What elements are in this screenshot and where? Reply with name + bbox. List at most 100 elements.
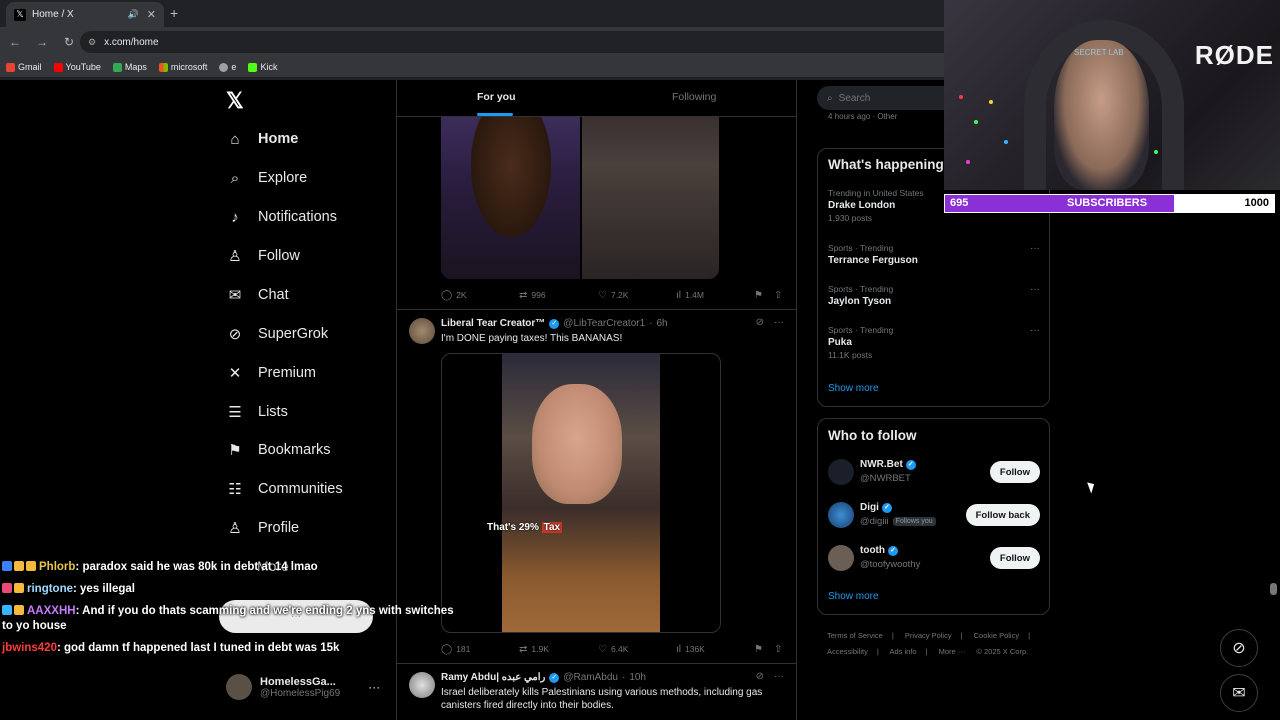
bookmark-microsoft[interactable]: microsoft — [158, 62, 208, 72]
browser-tab[interactable]: 𝕏 Home / X 🔊 ✕ — [6, 2, 164, 27]
kick-icon — [248, 62, 258, 72]
speaker-icon[interactable]: 🔊 — [128, 9, 139, 20]
back-icon[interactable]: ← — [3, 35, 27, 49]
account-switcher[interactable]: HomelessGa... @HomelessPig69 ··· — [226, 674, 380, 700]
avatar[interactable] — [409, 318, 435, 344]
nav-lists[interactable]: ☰ Lists — [226, 403, 288, 421]
tweet-video[interactable]: That's 29% Tax — [441, 353, 721, 633]
bookmark-label: Maps — [124, 62, 147, 72]
nav-explore[interactable]: ⌕ Explore — [226, 169, 307, 187]
scrollbar-thumb[interactable] — [1270, 583, 1277, 595]
media-image[interactable] — [582, 117, 719, 279]
nav-follow[interactable]: ♙ Follow — [226, 247, 300, 265]
views-button[interactable]: ıl 136K — [676, 644, 705, 655]
views-button[interactable]: ıl 1.4M — [676, 290, 704, 301]
avatar[interactable] — [409, 672, 435, 698]
nav-profile[interactable]: ♙ Profile — [226, 519, 299, 537]
grok-float-button[interactable]: ⊘ — [1220, 629, 1258, 667]
more-icon[interactable]: ··· — [1030, 243, 1040, 254]
bookmark-label: microsoft — [170, 62, 208, 72]
bookmark-button[interactable]: ⚑ — [754, 644, 763, 655]
more-icon[interactable]: ··· — [368, 680, 380, 694]
footer-link[interactable]: Privacy Policy — [905, 631, 952, 640]
show-more-link[interactable]: Show more — [828, 591, 879, 602]
reply-button[interactable]: ◯ 2K — [441, 290, 467, 301]
share-icon: ⇧ — [774, 289, 783, 301]
trend-item[interactable]: Sports · Trending Jaylon Tyson ··· — [828, 284, 1040, 307]
footer-link[interactable]: Ads info — [889, 647, 916, 656]
nav-chat[interactable]: ✉ Chat — [226, 286, 289, 304]
more-icon[interactable]: ··· — [774, 317, 784, 328]
bookmark-button[interactable]: ⚑ — [754, 290, 763, 301]
bookmark-kick[interactable]: Kick — [248, 62, 277, 72]
repost-button[interactable]: ⇄ 1.9K — [519, 644, 549, 655]
follow-suggestion[interactable]: Digi ✓ @digiii Follows you Follow back — [828, 502, 1040, 532]
follow-back-button[interactable]: Follow back — [965, 504, 1040, 526]
grok-icon[interactable]: ⊘ — [756, 671, 764, 682]
bookmark-e[interactable]: e — [219, 62, 236, 72]
tweet-author[interactable]: Liberal Tear Creator™ — [441, 318, 545, 329]
footer-sep: | — [876, 647, 879, 656]
site-info-icon[interactable]: ⚙ — [88, 37, 96, 48]
share-button[interactable]: ⇧ — [774, 644, 782, 655]
video-frame[interactable] — [502, 354, 660, 632]
trend-item[interactable]: Sports · Trending Terrance Ferguson ··· — [828, 243, 1040, 266]
tab-following[interactable]: Following — [672, 91, 716, 103]
nav-bookmarks[interactable]: ⚑ Bookmarks — [226, 441, 331, 459]
more-icon[interactable]: ··· — [1030, 284, 1040, 295]
footer-link[interactable]: Cookie Policy — [974, 631, 1019, 640]
tweet-author[interactable]: Ramy Abdu| رامي عبده — [441, 672, 545, 683]
nav-notifications[interactable]: ♪ Notifications — [226, 208, 337, 226]
footer-link[interactable]: Accessibility — [827, 647, 868, 656]
more-icon[interactable]: ··· — [1030, 325, 1040, 336]
follow-suggestion[interactable]: NWR.Bet ✓ @NWRBET Follow — [828, 459, 1040, 489]
grok-icon[interactable]: ⊘ — [756, 317, 764, 328]
suggestion-handle: @toofywoothy — [860, 559, 920, 570]
tweet-actions: ◯ 181 ⇄ 1.9K ♡ 6.4K ıl 136K ⚑ ⇧ — [441, 641, 782, 657]
nav-supergrok[interactable]: ⊘ SuperGrok — [226, 325, 328, 343]
messages-float-button[interactable]: ✉ — [1220, 674, 1258, 712]
follow-button[interactable]: Follow — [989, 547, 1040, 569]
forward-icon[interactable]: → — [30, 35, 54, 49]
like-button[interactable]: ♡ 6.4K — [598, 644, 628, 655]
tweet-handle[interactable]: @RamAbdu — [563, 672, 618, 683]
tweet-time[interactable]: 6h — [657, 318, 668, 329]
share-button[interactable]: ⇧ — [774, 290, 782, 301]
like-button[interactable]: ♡ 7.2K — [598, 290, 628, 301]
nav-premium[interactable]: ✕ Premium — [226, 364, 316, 382]
bookmark-icon: ⚑ — [754, 643, 763, 655]
reload-icon[interactable]: ↻ — [57, 35, 81, 49]
bell-icon: ♪ — [231, 208, 239, 226]
caption-highlight: Tax — [541, 522, 563, 533]
bookmark-maps[interactable]: Maps — [112, 62, 147, 72]
bookmark-gmail[interactable]: Gmail — [6, 62, 42, 72]
search-input[interactable]: ⌕ Search — [817, 86, 957, 110]
follow-suggestion[interactable]: tooth ✓ @toofywoothy Follow — [828, 545, 1040, 575]
url-input[interactable]: ⚙ x.com/home — [80, 31, 960, 53]
profile-icon: ♙ — [228, 520, 242, 537]
trend-item[interactable]: Sports · Trending Puka 11.1K posts ··· — [828, 325, 1040, 360]
nav-communities[interactable]: ☷ Communities — [226, 480, 342, 498]
bookmark-youtube[interactable]: YouTube — [53, 62, 101, 72]
share-icon: ⇧ — [774, 643, 783, 655]
nav-home[interactable]: ⌂ Home — [226, 130, 298, 148]
nav-label: Bookmarks — [258, 442, 331, 458]
show-more-link[interactable]: Show more — [828, 383, 879, 394]
card-title: What's happening — [828, 157, 944, 172]
string-light — [1004, 140, 1008, 144]
close-icon[interactable]: ✕ — [147, 8, 156, 21]
new-tab-icon[interactable]: + — [170, 5, 178, 21]
follow-button[interactable]: Follow — [989, 461, 1040, 483]
tab-for-you[interactable]: For you — [477, 91, 516, 103]
media-image[interactable] — [441, 117, 580, 279]
footer-link[interactable]: Terms of Service — [827, 631, 883, 640]
repost-button[interactable]: ⇄ 996 — [519, 290, 546, 301]
tweet-time[interactable]: 10h — [629, 672, 646, 683]
tweet-text: Israel deliberately kills Palestinians u… — [441, 687, 763, 711]
footer-link[interactable]: More ··· — [939, 647, 966, 656]
x-logo-icon[interactable]: 𝕏 — [226, 88, 244, 114]
more-icon[interactable]: ··· — [774, 671, 784, 682]
nav-label: Chat — [258, 287, 289, 303]
tweet-media[interactable] — [441, 117, 719, 279]
tweet-handle[interactable]: @LibTearCreator1 — [563, 318, 645, 329]
